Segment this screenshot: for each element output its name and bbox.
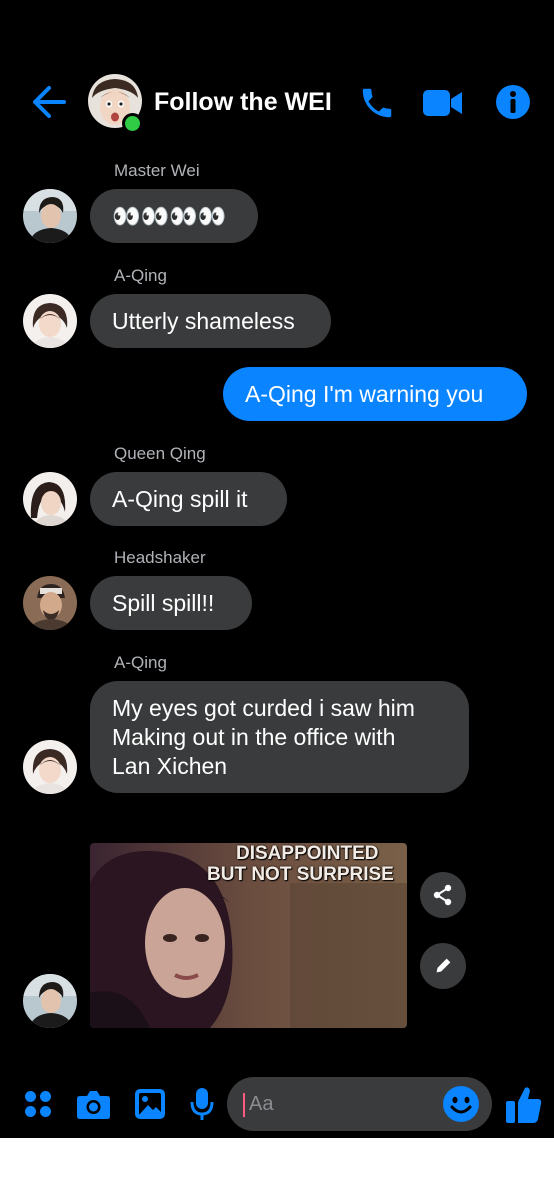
- messenger-chat-screen: Follow the WEI Master Wei 👀👀👀👀 A-Qing Ut…: [0, 0, 554, 1138]
- bottom-blank-area: [0, 1138, 554, 1200]
- apps-grid-icon[interactable]: [23, 1089, 53, 1119]
- sender-name: Queen Qing: [114, 444, 206, 463]
- microphone-icon[interactable]: [190, 1087, 214, 1121]
- message-line: Making out in the office with: [112, 724, 396, 750]
- emoji-icon[interactable]: [442, 1085, 480, 1123]
- message-bubble[interactable]: 👀👀👀👀: [90, 189, 258, 243]
- gif-message[interactable]: DISAPPOINTED BUT NOT SURPRISE: [90, 843, 407, 1028]
- message-bubble[interactable]: Utterly shameless: [90, 294, 331, 348]
- outgoing-message-bubble[interactable]: A-Qing I'm warning you: [223, 367, 527, 421]
- avatar-a-qing[interactable]: [23, 740, 77, 794]
- gallery-icon[interactable]: [134, 1088, 166, 1120]
- message-bubble[interactable]: Spill spill!!: [90, 576, 252, 630]
- message-input[interactable]: Aa: [227, 1077, 492, 1131]
- avatar-master-wei[interactable]: [23, 189, 77, 243]
- avatar-a-qing[interactable]: [23, 294, 77, 348]
- sender-name: A-Qing: [114, 266, 167, 285]
- sender-name: A-Qing: [114, 653, 167, 672]
- avatar-queen-qing[interactable]: [23, 472, 77, 526]
- message-line: My eyes got curded i saw him: [112, 695, 415, 721]
- chat-title[interactable]: Follow the WEI: [154, 86, 332, 118]
- avatar-headshaker[interactable]: [23, 576, 77, 630]
- camera-icon[interactable]: [76, 1088, 111, 1120]
- gif-caption: BUT NOT SURPRISE: [207, 864, 394, 885]
- back-arrow-icon[interactable]: [30, 84, 68, 120]
- share-icon[interactable]: [420, 872, 466, 918]
- video-camera-icon[interactable]: [422, 88, 464, 118]
- message-input-placeholder: Aa: [249, 1093, 274, 1115]
- info-icon[interactable]: [495, 84, 531, 120]
- message-bubble-multiline[interactable]: My eyes got curded i saw him Making out …: [90, 681, 469, 793]
- message-line: Lan Xichen: [112, 753, 228, 779]
- avatar-master-wei[interactable]: [23, 974, 77, 1028]
- text-caret: [243, 1093, 245, 1117]
- sender-name: Master Wei: [114, 161, 200, 180]
- online-status-dot: [122, 113, 143, 134]
- edit-pencil-icon[interactable]: [420, 943, 466, 989]
- gif-caption: DISAPPOINTED: [236, 843, 379, 864]
- thumbs-up-icon[interactable]: [505, 1084, 543, 1124]
- phone-icon[interactable]: [358, 84, 396, 122]
- sender-name: Headshaker: [114, 548, 206, 567]
- message-bubble[interactable]: A-Qing spill it: [90, 472, 287, 526]
